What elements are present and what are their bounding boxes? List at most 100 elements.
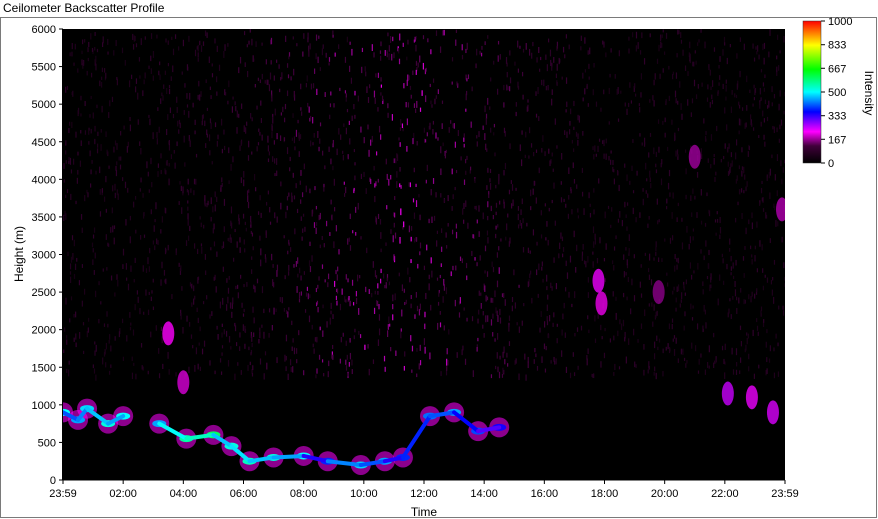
noise-speckle	[129, 215, 131, 221]
noise-speckle	[128, 80, 131, 88]
noise-speckle	[161, 92, 163, 97]
noise-speckle	[66, 335, 68, 339]
noise-speckle	[281, 72, 283, 80]
noise-speckle	[105, 234, 107, 240]
noise-speckle	[388, 281, 391, 286]
noise-speckle	[164, 247, 167, 255]
noise-speckle	[257, 142, 260, 146]
noise-speckle	[492, 313, 494, 319]
noise-speckle	[227, 287, 230, 294]
noise-speckle	[345, 365, 348, 371]
noise-speckle	[744, 299, 746, 304]
noise-speckle	[182, 326, 184, 334]
noise-speckle	[257, 211, 260, 215]
noise-speckle	[88, 130, 90, 135]
noise-speckle	[199, 94, 201, 101]
faint-patch	[766, 400, 779, 425]
noise-speckle	[298, 298, 301, 303]
noise-speckle	[649, 99, 651, 103]
noise-speckle	[749, 114, 752, 120]
noise-speckle	[265, 257, 267, 263]
noise-speckle	[664, 132, 666, 138]
noise-speckle	[430, 304, 432, 311]
noise-speckle	[517, 224, 520, 229]
noise-speckle	[689, 41, 691, 49]
noise-speckle	[98, 281, 100, 286]
noise-speckle	[736, 361, 738, 367]
noise-speckle	[371, 44, 373, 51]
noise-speckle	[566, 131, 568, 138]
x-tick-label: 18:00	[591, 488, 619, 500]
noise-speckle	[546, 304, 548, 311]
noise-speckle	[248, 346, 250, 351]
noise-speckle	[639, 212, 641, 218]
noise-speckle	[512, 199, 514, 207]
noise-speckle	[73, 273, 76, 279]
noise-speckle	[131, 356, 133, 362]
noise-speckle	[678, 30, 680, 35]
noise-speckle	[563, 198, 565, 202]
noise-speckle	[223, 329, 225, 335]
noise-speckle	[448, 329, 450, 335]
colorbar-tick-label: 1000	[828, 16, 852, 28]
noise-speckle	[618, 366, 621, 370]
noise-speckle	[244, 325, 246, 333]
noise-speckle	[435, 132, 437, 139]
noise-speckle	[238, 67, 240, 74]
noise-speckle	[383, 355, 386, 362]
noise-speckle	[167, 63, 170, 67]
noise-speckle	[310, 83, 313, 90]
noise-speckle	[210, 216, 212, 222]
noise-speckle	[160, 279, 162, 286]
noise-speckle	[543, 79, 545, 87]
noise-speckle	[658, 257, 660, 263]
noise-speckle	[639, 107, 641, 113]
noise-speckle	[149, 247, 151, 254]
noise-speckle	[568, 44, 570, 50]
noise-speckle	[595, 101, 598, 107]
noise-speckle	[333, 241, 335, 249]
noise-speckle	[432, 120, 435, 125]
y-tick-label: 2000	[32, 325, 56, 337]
noise-speckle	[198, 80, 200, 87]
noise-speckle	[553, 312, 555, 318]
noise-speckle	[168, 84, 171, 89]
noise-speckle	[680, 103, 682, 110]
noise-speckle	[387, 112, 389, 118]
noise-speckle	[259, 79, 261, 84]
noise-speckle	[564, 332, 566, 338]
noise-speckle	[108, 165, 110, 169]
noise-speckle	[546, 316, 548, 322]
noise-speckle	[276, 216, 278, 223]
noise-speckle	[81, 227, 83, 233]
noise-speckle	[217, 134, 219, 140]
noise-speckle	[507, 213, 509, 218]
noise-speckle	[456, 352, 458, 358]
noise-speckle	[348, 120, 350, 125]
noise-speckle	[661, 159, 663, 165]
noise-speckle	[135, 43, 138, 48]
noise-speckle	[760, 69, 763, 73]
noise-speckle	[318, 214, 320, 221]
noise-speckle	[200, 222, 202, 228]
x-tick-label: 14:00	[470, 488, 498, 500]
noise-speckle	[234, 325, 237, 332]
noise-speckle	[438, 291, 440, 297]
noise-speckle	[393, 158, 395, 164]
noise-speckle	[349, 338, 351, 343]
noise-speckle	[541, 261, 543, 267]
noise-speckle	[223, 129, 225, 135]
noise-speckle	[746, 75, 748, 83]
colorbar-label: Intensity	[862, 71, 876, 116]
noise-speckle	[192, 102, 194, 108]
noise-speckle	[315, 205, 318, 210]
noise-speckle	[659, 73, 661, 79]
noise-speckle	[595, 153, 597, 157]
noise-speckle	[783, 110, 785, 115]
y-tick-label: 4000	[32, 174, 56, 186]
noise-speckle	[547, 38, 550, 43]
noise-speckle	[778, 305, 780, 310]
noise-speckle	[316, 368, 318, 374]
noise-speckle	[506, 352, 508, 358]
noise-speckle	[575, 267, 577, 273]
